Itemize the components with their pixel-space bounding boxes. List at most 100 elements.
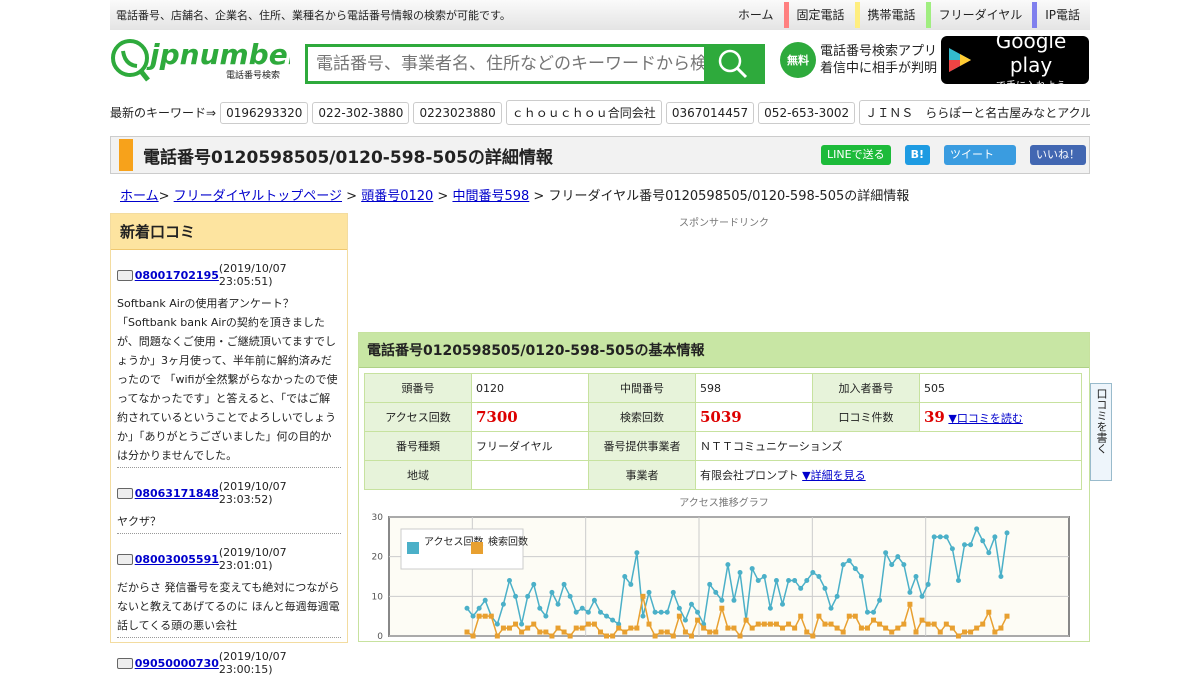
- page-title-bar: 電話番号0120598505/0120-598-505の詳細情報 LINEで送る…: [110, 136, 1090, 174]
- data-point: [919, 593, 925, 599]
- breadcrumb-middle[interactable]: 中間番号598: [452, 189, 529, 204]
- top-nav-item[interactable]: フリーダイヤル: [925, 2, 1033, 28]
- label: 検索回数: [588, 402, 696, 432]
- data-point: [488, 613, 494, 619]
- data-point: [773, 621, 779, 627]
- breadcrumb-prefix[interactable]: 頭番号0120: [361, 189, 433, 204]
- data-point: [968, 542, 974, 548]
- label: 事業者: [588, 460, 696, 490]
- y-tick-label: 20: [372, 553, 384, 563]
- data-point: [682, 629, 688, 635]
- search-icon: [718, 49, 748, 79]
- hatena-button[interactable]: B!: [904, 145, 930, 165]
- breadcrumb-home[interactable]: ホーム: [120, 189, 159, 204]
- review-number-link[interactable]: 08003005591: [135, 553, 219, 566]
- app-line1: 電話番号検索アプリ: [820, 44, 938, 59]
- top-nav-item[interactable]: IP電話: [1032, 2, 1090, 28]
- data-point: [852, 566, 858, 572]
- google-play-button[interactable]: Google play で手に入れよう: [941, 29, 1090, 92]
- review-number-link[interactable]: 08001702195: [135, 269, 219, 282]
- details-link[interactable]: ▼詳細を見る: [802, 469, 865, 482]
- comment-icon: [117, 657, 133, 669]
- review-number-link[interactable]: 09050000730: [135, 657, 219, 670]
- data-point: [925, 621, 931, 627]
- data-point: [494, 621, 500, 627]
- breadcrumb-freedial[interactable]: フリーダイヤルトップページ: [174, 189, 342, 204]
- search-box: [305, 44, 765, 84]
- data-point: [561, 629, 567, 635]
- data-point: [737, 633, 743, 639]
- data-point: [913, 574, 919, 579]
- data-point: [610, 633, 616, 639]
- data-point: [646, 621, 652, 627]
- y-tick-label: 10: [372, 592, 384, 602]
- data-point: [980, 621, 986, 627]
- top-nav-item[interactable]: 固定電話: [783, 2, 855, 28]
- label: 口コミ件数: [812, 402, 920, 432]
- search-count: 5039: [700, 408, 742, 426]
- line-share-button[interactable]: LINEで送る: [821, 145, 891, 165]
- review-number-link[interactable]: 08063171848: [135, 487, 219, 500]
- data-point: [549, 589, 555, 595]
- data-point: [664, 629, 670, 635]
- data-point: [864, 609, 870, 615]
- keyword-chip[interactable]: 022-302-3880: [312, 101, 410, 124]
- search-button[interactable]: [704, 47, 762, 81]
- data-point: [889, 562, 895, 568]
- app-promo[interactable]: 無料 電話番号検索アプリ 着信中に相手が判明 Google play で手に入れよ…: [780, 29, 1090, 92]
- top-nav-item[interactable]: 携帯電話: [854, 2, 926, 28]
- logo[interactable]: jpnumber 電話番号検索: [110, 38, 304, 85]
- y-tick-label: 0: [377, 632, 383, 642]
- data-point: [470, 633, 476, 639]
- breadcrumb: ホーム> フリーダイヤルトップページ > 頭番号0120 > 中間番号598 >…: [120, 189, 910, 204]
- data-point: [537, 629, 543, 635]
- keyword-chip[interactable]: 0367014457: [665, 101, 755, 124]
- review-header: 08063171848 (2019/10/07 23:03:52): [117, 480, 341, 506]
- value: 0120: [471, 373, 589, 403]
- data-point: [628, 581, 634, 587]
- data-point: [816, 574, 822, 579]
- review-time: (2019/10/07 23:05:51): [218, 262, 287, 288]
- y-tick-label: 30: [372, 513, 384, 523]
- data-point: [810, 570, 816, 576]
- data-point: [877, 597, 883, 603]
- data-point: [773, 577, 779, 583]
- sponsor-label: スポンサードリンク: [679, 218, 769, 229]
- keyword-chip[interactable]: ｃｈｏｕｃｈｏｕ合同会社: [505, 100, 662, 125]
- data-point: [537, 605, 543, 611]
- info-table: 頭番号 0120 中間番号 598 加入者番号 505 アクセス回数 7300 検索回数 503…: [364, 373, 1082, 490]
- chart-title: アクセス推移グラフ: [679, 498, 769, 509]
- data-point: [962, 629, 968, 635]
- data-point: [828, 605, 834, 611]
- data-point: [476, 605, 482, 611]
- review-header: 09050000730 (2019/10/07 23:00:15): [117, 650, 341, 676]
- data-point: [519, 621, 525, 627]
- write-review-tab[interactable]: 口コミを書く: [1090, 383, 1112, 481]
- legend-swatch: [407, 542, 419, 554]
- keyword-chip[interactable]: ＪＩＮＳ ららぽーと名古屋みなとアクルス店: [859, 100, 1090, 125]
- data-point: [707, 581, 713, 587]
- top-nav-item[interactable]: ホーム: [725, 2, 784, 28]
- data-point: [925, 581, 931, 587]
- data-point: [877, 621, 883, 627]
- keyword-chip[interactable]: 052-653-3002: [758, 101, 856, 124]
- keyword-chip[interactable]: 0196293320: [220, 101, 309, 124]
- data-point: [786, 577, 792, 583]
- data-point: [579, 605, 585, 611]
- data-point: [883, 550, 889, 556]
- data-point: [937, 629, 943, 635]
- data-point: [955, 633, 961, 639]
- breadcrumb-current: フリーダイヤル番号0120598505/0120-598-505の詳細情報: [548, 189, 910, 204]
- data-point: [1004, 530, 1010, 536]
- review-time: (2019/10/07 23:03:52): [218, 480, 287, 506]
- data-point: [682, 617, 688, 623]
- like-button[interactable]: いいね！: [1030, 145, 1086, 165]
- write-review-label: 口コミを書く: [1095, 388, 1108, 454]
- search-input[interactable]: [308, 47, 704, 81]
- read-reviews-link[interactable]: ▼口コミを読む: [948, 412, 1022, 425]
- data-point: [767, 605, 773, 611]
- data-point: [597, 609, 603, 615]
- tweet-button[interactable]: ツイート: [944, 145, 1016, 165]
- data-point: [634, 550, 640, 556]
- keyword-chip[interactable]: 0223023880: [413, 101, 502, 124]
